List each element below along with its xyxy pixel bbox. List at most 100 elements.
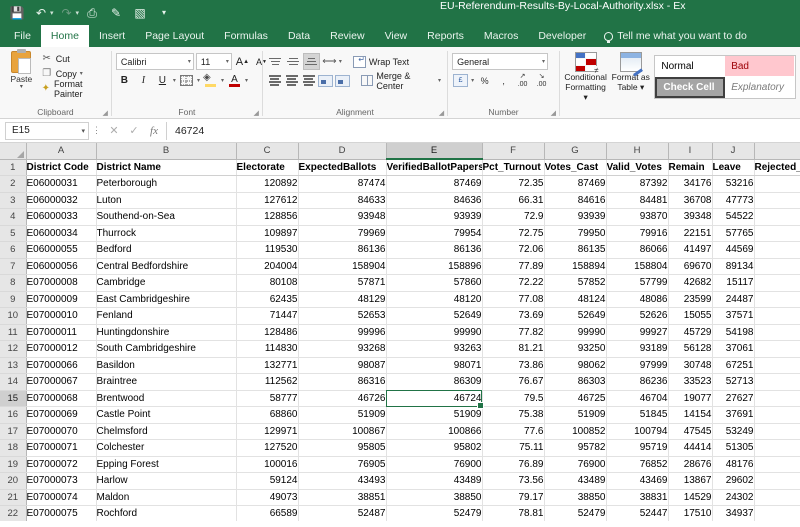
undo-icon[interactable]: ↶ [30, 3, 52, 23]
grid-cell[interactable]: 135 [754, 192, 800, 209]
grid-cell[interactable]: 21 [754, 390, 800, 407]
grid-cell[interactable]: 34937 [712, 505, 755, 521]
formula-input[interactable]: 46724 [166, 121, 798, 140]
grid-cell[interactable]: 54198 [712, 324, 755, 341]
col-header-G[interactable]: G [544, 143, 607, 160]
grid-cell[interactable]: 87474 [298, 175, 387, 193]
paste-dropdown-icon[interactable]: ▾ [20, 84, 23, 90]
grid-cell[interactable]: 114830 [236, 340, 299, 358]
grid-cell[interactable]: South Cambridgeshire [96, 340, 237, 358]
format-as-table-button[interactable]: Format as Table ▾ [609, 52, 652, 92]
cell-style-normal[interactable]: Normal [655, 56, 726, 77]
row-header-22[interactable]: 22 [0, 505, 27, 521]
grid-cell[interactable]: 76.89 [482, 456, 545, 473]
grid-cell[interactable]: 86309 [386, 373, 483, 391]
grid-cell[interactable]: 119530 [236, 241, 299, 259]
customize-qat-icon[interactable]: ▾ [153, 3, 175, 23]
grid-cell[interactable]: E07000008 [26, 274, 97, 292]
merge-center-button[interactable]: Merge & Center ▾ [359, 71, 443, 91]
select-all-corner[interactable] [0, 143, 27, 160]
grid-cell[interactable]: 93939 [386, 208, 483, 226]
grid-cell[interactable]: 37691 [712, 406, 755, 424]
grid-cell[interactable]: 95805 [298, 439, 387, 457]
grid-cell[interactable]: 48176 [712, 456, 755, 473]
grid-cell[interactable]: E07000071 [26, 439, 97, 457]
grid-cell[interactable]: 57852 [544, 274, 607, 292]
accounting-format-button[interactable]: £ [452, 72, 469, 89]
grid-cell[interactable]: 37061 [712, 340, 755, 358]
grid-cell[interactable]: 52649 [544, 307, 607, 325]
grid-cell[interactable]: 84633 [298, 192, 387, 209]
grid-cell[interactable]: 47545 [668, 423, 713, 440]
grid-cell[interactable]: 79969 [298, 225, 387, 242]
grid-cell[interactable]: Basildon [96, 357, 237, 374]
grid-cell[interactable]: E07000072 [26, 456, 97, 473]
row-header-17[interactable]: 17 [0, 423, 27, 440]
grid-cell[interactable]: 20 [754, 472, 800, 490]
grid-cell[interactable]: 79916 [606, 225, 669, 242]
row-header-12[interactable]: 12 [0, 340, 27, 358]
grid-cell[interactable]: 45729 [668, 324, 713, 341]
col-header-E[interactable]: E [386, 143, 483, 160]
row-header-4[interactable]: 4 [0, 208, 27, 226]
row-header-7[interactable]: 7 [0, 258, 27, 275]
header-cell[interactable]: District Name [96, 159, 237, 176]
grid-cell[interactable]: 93250 [544, 340, 607, 358]
header-cell[interactable]: Remain [668, 159, 713, 176]
font-dialog-launcher[interactable]: ◢ [254, 109, 259, 117]
grid-cell[interactable]: 93870 [606, 208, 669, 226]
decrease-decimal-button[interactable]: ↘ .00 [533, 72, 550, 89]
grid-cell[interactable]: 75.11 [482, 439, 545, 457]
grid-cell[interactable]: 43489 [386, 472, 483, 490]
grid-cell[interactable]: 84636 [386, 192, 483, 209]
bold-button[interactable]: B [116, 72, 133, 89]
grid-cell[interactable]: 97999 [606, 357, 669, 374]
grid-cell[interactable]: 52649 [386, 307, 483, 325]
fill-color-dropdown-icon[interactable]: ▾ [221, 77, 224, 84]
grid-cell[interactable]: 49073 [236, 489, 299, 506]
header-cell[interactable]: Leave [712, 159, 755, 176]
grid-cell[interactable]: Peterborough [96, 175, 237, 193]
grid-cell[interactable]: 77.08 [482, 291, 545, 308]
grid-cell[interactable]: 69670 [668, 258, 713, 275]
grow-font-button[interactable]: A ▲ [234, 53, 251, 70]
align-left-button[interactable] [267, 72, 283, 89]
row-header-9[interactable]: 9 [0, 291, 27, 308]
grid-cell[interactable]: East Cambridgeshire [96, 291, 237, 308]
borders-button[interactable] [178, 72, 195, 89]
col-header-F[interactable]: F [482, 143, 545, 160]
grid-cell[interactable]: 72.75 [482, 225, 545, 242]
grid-cell[interactable]: 87469 [386, 175, 483, 193]
number-format-combo[interactable]: General ▾ [452, 53, 549, 70]
grid-cell[interactable]: 51305 [712, 439, 755, 457]
accounting-dropdown-icon[interactable]: ▾ [471, 77, 474, 84]
header-cell[interactable]: Electorate [236, 159, 299, 176]
grid-cell[interactable]: 67 [754, 373, 800, 391]
tab-developer[interactable]: Developer [528, 25, 596, 47]
grid-cell[interactable]: 77.6 [482, 423, 545, 440]
font-size-combo[interactable]: 11 ▾ [195, 53, 232, 70]
grid-cell[interactable]: 58 [754, 423, 800, 440]
conditional-formatting-button[interactable]: Conditional Formatting ▾ [564, 52, 607, 102]
grid-cell[interactable]: 76.67 [482, 373, 545, 391]
grid-cell[interactable]: E06000031 [26, 175, 97, 193]
cancel-entry-icon[interactable]: ✕ [104, 124, 124, 137]
print-preview-icon[interactable]: ⎙ [81, 3, 103, 23]
header-cell[interactable]: VerifiedBallotPapers [386, 159, 483, 176]
grid-cell[interactable]: 52479 [386, 505, 483, 521]
grid-cell[interactable]: 57860 [386, 274, 483, 292]
grid-cell[interactable]: Luton [96, 192, 237, 209]
grid-cell[interactable]: E06000034 [26, 225, 97, 242]
grid-cell[interactable]: 44414 [668, 439, 713, 457]
grid-cell[interactable]: 57871 [298, 274, 387, 292]
grid-cell[interactable]: 63 [754, 439, 800, 457]
grid-cell[interactable]: 14154 [668, 406, 713, 424]
orientation-button[interactable]: ⟷ [321, 53, 338, 70]
grid-cell[interactable]: Thurrock [96, 225, 237, 242]
grid-cell[interactable]: 52487 [298, 505, 387, 521]
grid-cell[interactable]: 48 [754, 456, 800, 473]
grid-cell[interactable]: 204004 [236, 258, 299, 275]
grid-cell[interactable]: 73.69 [482, 307, 545, 325]
grid-cell[interactable]: 79950 [544, 225, 607, 242]
grid-cell[interactable]: 23599 [668, 291, 713, 308]
